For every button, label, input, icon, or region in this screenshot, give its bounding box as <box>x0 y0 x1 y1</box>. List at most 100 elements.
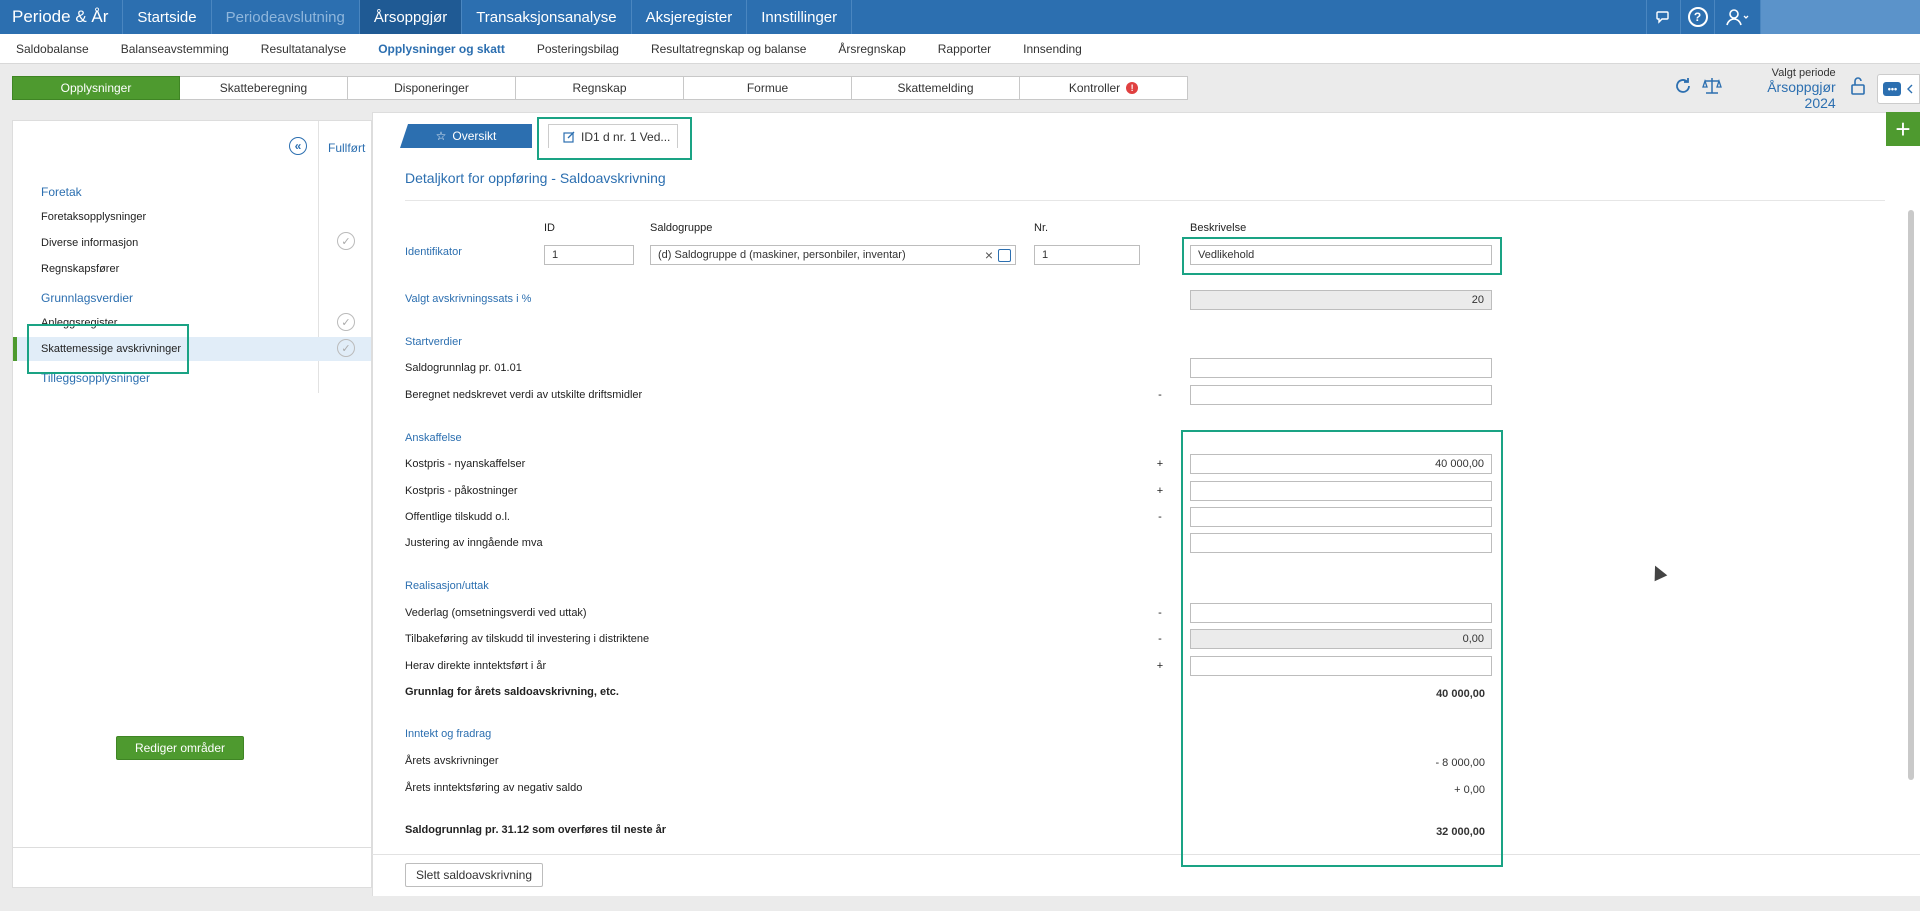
vederlag-input[interactable] <box>1190 603 1492 623</box>
top-navigation: Periode & År Startside Periodeavslutning… <box>0 0 1920 34</box>
chevron-left-icon <box>1907 84 1913 94</box>
sub-navigation: Saldobalanse Balanseavstemming Resultata… <box>0 34 1920 64</box>
tilskudd-label: Offentlige tilskudd o.l. <box>405 511 510 523</box>
section-inntekt-og-fradrag: Inntekt og fradrag <box>405 728 492 740</box>
nav-periodeavslutning[interactable]: Periodeavslutning <box>210 0 359 34</box>
subnav-resultatanalyse[interactable]: Resultatanalyse <box>245 42 362 56</box>
tilbakeforing-label: Tilbakeføring av tilskudd til investerin… <box>405 633 650 645</box>
tab-formue[interactable]: Formue <box>684 76 852 100</box>
tab-opplysninger[interactable]: Opplysninger <box>12 76 180 100</box>
star-icon: ☆ <box>435 129 447 143</box>
fullfort-header: Fullført <box>328 141 366 155</box>
col-header-nr: Nr. <box>1034 222 1049 234</box>
period-value: Årsoppgjør 2024 <box>1767 79 1836 111</box>
tab-regnskap[interactable]: Regnskap <box>516 76 684 100</box>
col-header-id: ID <box>544 222 555 234</box>
tab-skattemelding[interactable]: Skattemelding <box>852 76 1020 100</box>
mva-label: Justering av inngående mva <box>405 537 543 549</box>
chat-panel-toggle[interactable]: ••• <box>1876 74 1920 104</box>
subnav-balanseavstemming[interactable]: Balanseavstemming <box>105 42 245 56</box>
check-circle-icon[interactable]: ✓ <box>337 313 355 331</box>
mva-input[interactable] <box>1190 533 1492 553</box>
tilskudd-input[interactable] <box>1190 507 1492 527</box>
tab-current-entry[interactable]: ID1 d nr. 1 Ved... <box>548 124 678 148</box>
plus-sign: + <box>1156 458 1164 470</box>
beregnet-input[interactable] <box>1190 385 1492 405</box>
nav-startside[interactable]: Startside <box>122 0 210 34</box>
kostpris-pa-input[interactable] <box>1190 481 1492 501</box>
unlock-icon[interactable] <box>1844 76 1873 102</box>
grunnlag-value: 40 000,00 <box>1436 688 1485 700</box>
brand-period-year[interactable]: Periode & År <box>0 0 122 34</box>
plus-sign: + <box>1156 660 1164 672</box>
saldogruppe-select[interactable]: (d) Saldogruppe d (maskiner, personbiler… <box>650 245 1016 265</box>
subnav-rapporter[interactable]: Rapporter <box>922 42 1007 56</box>
tab-skatteberegning[interactable]: Skatteberegning <box>180 76 348 100</box>
item-regnskapsforer[interactable]: Regnskapsfører <box>41 263 119 275</box>
lookup-icon[interactable] <box>998 249 1011 262</box>
nr-input[interactable]: 1 <box>1034 245 1140 265</box>
herav-label: Herav direkte inntektsført i år <box>405 660 547 672</box>
tilbakeforing-value: 0,00 <box>1190 629 1492 649</box>
chat-bubble-icon: ••• <box>1883 82 1902 96</box>
tab-kontroller[interactable]: Kontroller ! <box>1020 76 1188 100</box>
left-footer-divider <box>13 847 371 848</box>
chat-icon[interactable] <box>1646 0 1680 34</box>
nav-transaksjonsanalyse[interactable]: Transaksjonsanalyse <box>461 0 630 34</box>
balance-scale-icon[interactable] <box>1697 76 1726 102</box>
user-box[interactable] <box>1760 0 1920 34</box>
section-anskaffelse: Anskaffelse <box>405 432 462 444</box>
tab-disponeringer[interactable]: Disponeringer <box>348 76 516 100</box>
item-foretaksopplysninger[interactable]: Foretaksopplysninger <box>41 211 146 223</box>
herav-input[interactable] <box>1190 656 1492 676</box>
section-realisasjon: Realisasjon/uttak <box>405 580 489 592</box>
id-input[interactable]: 1 <box>544 245 634 265</box>
nav-innstillinger[interactable]: Innstillinger <box>746 0 853 34</box>
subnav-resultatregnskap-og-balanse[interactable]: Resultatregnskap og balanse <box>635 42 822 56</box>
negativ-saldo-value: + 0,00 <box>1454 784 1485 796</box>
section-startverdier: Startverdier <box>405 336 462 348</box>
slett-saldoavskrivning-button[interactable]: Slett saldoavskrivning <box>405 863 543 887</box>
section-foretak[interactable]: Foretak <box>41 185 82 199</box>
section-grunnlagsverdier[interactable]: Grunnlagsverdier <box>41 291 133 305</box>
nav-arsoppgjor[interactable]: Årsoppgjør <box>358 0 462 34</box>
scrollbar[interactable] <box>1908 210 1914 780</box>
minus-sign: - <box>1158 633 1162 645</box>
beregnet-label: Beregnet nedskrevet verdi av utskilte dr… <box>405 389 643 401</box>
item-diverse-informasjon[interactable]: Diverse informasjon <box>41 237 138 249</box>
subnav-posteringsbilag[interactable]: Posteringsbilag <box>521 42 635 56</box>
title-divider <box>405 200 1885 201</box>
help-icon[interactable]: ? <box>1680 0 1714 34</box>
check-circle-icon[interactable]: ✓ <box>337 232 355 250</box>
item-anleggsregister[interactable]: Anleggsregister <box>41 317 117 329</box>
minus-sign: - <box>1158 511 1162 523</box>
tab-oversikt[interactable]: ☆ Oversikt <box>400 124 532 148</box>
col-header-saldogruppe: Saldogruppe <box>650 222 713 234</box>
subnav-arsregnskap[interactable]: Årsregnskap <box>822 42 921 56</box>
item-skattemessige-avskrivninger[interactable]: Skattemessige avskrivninger <box>41 343 181 355</box>
saldogrunnlag-input[interactable] <box>1190 358 1492 378</box>
kostpris-ny-input[interactable]: 40 000,00 <box>1190 454 1492 474</box>
subnav-saldobalanse[interactable]: Saldobalanse <box>0 42 105 56</box>
period-label: Valgt periode <box>1771 67 1836 79</box>
tab-kontroller-label: Kontroller <box>1068 81 1121 95</box>
plus-sign: + <box>1156 485 1164 497</box>
beskrivelse-input[interactable]: Vedlikehold <box>1190 245 1492 265</box>
nav-aksjeregister[interactable]: Aksjeregister <box>630 0 747 34</box>
section-tilleggsopplysninger[interactable]: Tilleggsopplysninger <box>41 371 150 385</box>
add-plus-button[interactable]: + <box>1886 112 1920 146</box>
check-circle-icon[interactable]: ✓ <box>337 339 355 357</box>
minus-sign: - <box>1158 607 1162 619</box>
saldogruppe-value: (d) Saldogruppe d (maskiner, personbiler… <box>658 249 906 261</box>
rediger-omrader-button[interactable]: Rediger områder <box>116 736 244 760</box>
selected-period[interactable]: Valgt periode Årsoppgjør 2024 <box>1735 67 1836 111</box>
refresh-icon[interactable] <box>1668 76 1697 102</box>
subnav-innsending[interactable]: Innsending <box>1007 42 1098 56</box>
user-menu-icon[interactable] <box>1714 0 1760 34</box>
kostpris-pa-label: Kostpris - påkostninger <box>405 485 518 497</box>
sats-label: Valgt avskrivningssats i % <box>405 293 532 305</box>
saldo-neste-ar-value: 32 000,00 <box>1436 826 1485 838</box>
collapse-panel-icon[interactable]: « <box>289 137 307 155</box>
subnav-opplysninger-og-skatt[interactable]: Opplysninger og skatt <box>362 42 521 56</box>
clear-icon[interactable]: × <box>985 247 993 263</box>
